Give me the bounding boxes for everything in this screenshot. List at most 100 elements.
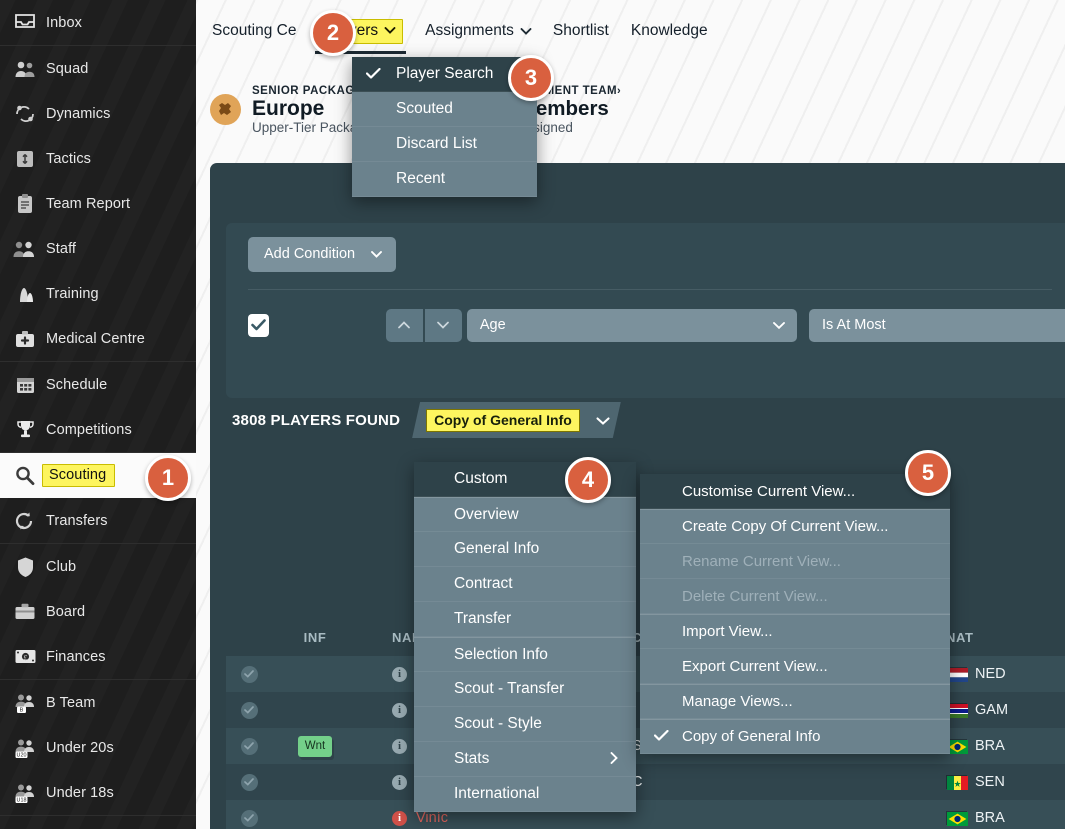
condition-operator-value: Is At Most xyxy=(822,317,886,333)
clipboard-icon xyxy=(8,191,42,217)
sidebar-item-label: Staff xyxy=(46,240,77,257)
sidebar-item-tactics[interactable]: Tactics xyxy=(0,136,196,181)
sidebar-item-staff[interactable]: Staff xyxy=(0,226,196,271)
move-down-button[interactable] xyxy=(424,308,462,342)
sidebar-item-schedule[interactable]: Schedule xyxy=(0,362,196,407)
flag-icon xyxy=(946,775,968,790)
staff-icon xyxy=(8,236,42,262)
calendar-icon xyxy=(8,372,42,398)
sidebar-item-finances[interactable]: £ Finances xyxy=(0,634,196,679)
b-team-icon: B xyxy=(8,690,42,716)
results-bar: 3808 PLAYERS FOUND Copy of General Info xyxy=(210,398,1065,442)
sidebar-item-under-18s[interactable]: U18 Under 18s xyxy=(0,770,196,815)
view-actions-menu[interactable]: Customise Current View... Create Copy Of … xyxy=(640,474,950,754)
sidebar-item-inbox[interactable]: Inbox xyxy=(0,0,196,45)
nationality-code: BRA xyxy=(975,810,1005,826)
menu-view-item-general-info[interactable]: General Info xyxy=(414,532,636,567)
sidebar-item-competitions[interactable]: Competitions xyxy=(0,407,196,452)
menu-view-action-create-copy-of-current-view[interactable]: Create Copy Of Current View... xyxy=(640,509,950,544)
callout-3: 3 xyxy=(508,55,554,101)
menu-players-item-recent[interactable]: Recent xyxy=(352,162,537,197)
table-row[interactable]: i Viníc BRA xyxy=(226,800,1065,829)
check-icon xyxy=(240,665,258,683)
menu-view-item-stats[interactable]: Stats xyxy=(414,742,636,777)
menu-item-label: Scout - Style xyxy=(454,715,542,732)
row-checkbox[interactable] xyxy=(226,737,272,755)
menu-view-item-overview[interactable]: Overview xyxy=(414,497,636,532)
medical-icon xyxy=(8,326,42,352)
column-header[interactable]: NAT xyxy=(938,630,1058,645)
condition-operator-select[interactable]: Is At Most xyxy=(809,308,1065,342)
menu-view-item-scout-style[interactable]: Scout - Style xyxy=(414,707,636,742)
table-row[interactable]: iKrépCSEN xyxy=(226,764,1065,800)
view-dropdown-menu[interactable]: Custom Overview General Info Contract Transf… xyxy=(414,462,636,812)
sidebar-item-squad[interactable]: Squad xyxy=(0,46,196,91)
info-icon[interactable]: i xyxy=(392,810,407,826)
menu-item-label: Import View... xyxy=(682,623,773,640)
menu-view-item-scout-transfer[interactable]: Scout - Transfer xyxy=(414,672,636,707)
menu-item-label: Selection Info xyxy=(454,645,548,663)
menu-item-label: Contract xyxy=(454,575,513,592)
menu-view-item-contract[interactable]: Contract xyxy=(414,567,636,602)
sidebar-item-training[interactable]: Training xyxy=(0,271,196,316)
sidebar-item-medical-centre[interactable]: Medical Centre xyxy=(0,316,196,361)
menu-players-item-scouted[interactable]: Scouted xyxy=(352,92,537,127)
tab-knowledge[interactable]: Knowledge xyxy=(631,22,708,40)
chevron-down-icon xyxy=(371,250,383,258)
info-icon[interactable]: i xyxy=(392,774,407,790)
info-icon[interactable]: i xyxy=(392,738,407,754)
dynamics-icon xyxy=(8,101,42,127)
condition-checkbox[interactable] xyxy=(248,313,269,337)
tab-label: Assignments xyxy=(425,22,514,39)
menu-item-label: General Info xyxy=(454,540,540,557)
u18-icon: U18 xyxy=(8,780,42,806)
row-checkbox[interactable] xyxy=(226,665,272,683)
divider xyxy=(248,289,1052,290)
senior-package[interactable]: SENIOR PACKAGE Europe Upper-Tier Package xyxy=(210,85,372,135)
callout-1: 1 xyxy=(145,455,191,501)
row-checkbox[interactable] xyxy=(226,809,272,827)
move-up-button[interactable] xyxy=(385,308,423,342)
menu-view-action-import-view[interactable]: Import View... xyxy=(640,614,950,649)
row-nationality-cell: GAM xyxy=(938,702,1058,718)
menu-view-action-export-current-view[interactable]: Export Current View... xyxy=(640,649,950,684)
sidebar-item-b-team[interactable]: B B Team xyxy=(0,680,196,725)
view-selector-tab[interactable]: Copy of General Info xyxy=(412,402,621,438)
tab-label: Scouting Ce xyxy=(212,22,297,39)
menu-view-item-international[interactable]: International xyxy=(414,777,636,812)
menu-view-item-transfer[interactable]: Transfer xyxy=(414,602,636,637)
menu-view-action-customise-current-view[interactable]: Customise Current View... xyxy=(640,474,950,509)
menu-view-action-manage-views[interactable]: Manage Views... xyxy=(640,684,950,719)
menu-players-item-discard-list[interactable]: Discard List xyxy=(352,127,537,162)
player-name[interactable]: Viníc xyxy=(416,810,448,826)
tab-assignments[interactable]: Assignments xyxy=(425,22,532,40)
condition-field-value: Age xyxy=(479,317,506,333)
condition-field-select[interactable]: Age xyxy=(466,308,798,342)
tab-scouting-ce[interactable]: Scouting Ce xyxy=(212,22,296,40)
column-header[interactable]: INF xyxy=(272,630,358,645)
menu-view-action-copy-of-general-info[interactable]: Copy of General Info xyxy=(640,719,950,754)
row-checkbox[interactable] xyxy=(226,701,272,719)
sidebar-item-label: Transfers xyxy=(46,512,108,529)
sidebar-item-team-report[interactable]: Team Report xyxy=(0,181,196,226)
sidebar-item-transfers[interactable]: Transfers xyxy=(0,498,196,543)
row-checkbox[interactable] xyxy=(226,773,272,791)
sidebar-item-club[interactable]: Club xyxy=(0,544,196,589)
tab-shortlist[interactable]: Shortlist xyxy=(553,22,609,40)
status-badge[interactable]: Wnt xyxy=(297,735,333,757)
menu-item-label: Stats xyxy=(454,750,490,767)
info-icon[interactable]: i xyxy=(392,702,407,718)
sidebar-item-label: Tactics xyxy=(46,150,92,167)
chevron-down-icon[interactable] xyxy=(596,417,607,424)
training-icon xyxy=(8,281,42,307)
sidebar: Inbox Squad Dynamics Tactics Team Report Staf… xyxy=(0,0,196,829)
sidebar-group: Club Board £ Finances xyxy=(0,544,196,680)
info-icon[interactable]: i xyxy=(392,666,407,682)
sidebar-item-dynamics[interactable]: Dynamics xyxy=(0,91,196,136)
sidebar-item-board[interactable]: Board xyxy=(0,589,196,634)
add-condition-button[interactable]: Add Condition xyxy=(248,237,397,272)
sidebar-item-under-20s[interactable]: U20 Under 20s xyxy=(0,725,196,770)
menu-view-item-selection-info[interactable]: Selection Info xyxy=(414,637,636,672)
menu-item-label: Custom xyxy=(454,470,508,487)
menu-item-label: Player Search xyxy=(396,65,494,82)
